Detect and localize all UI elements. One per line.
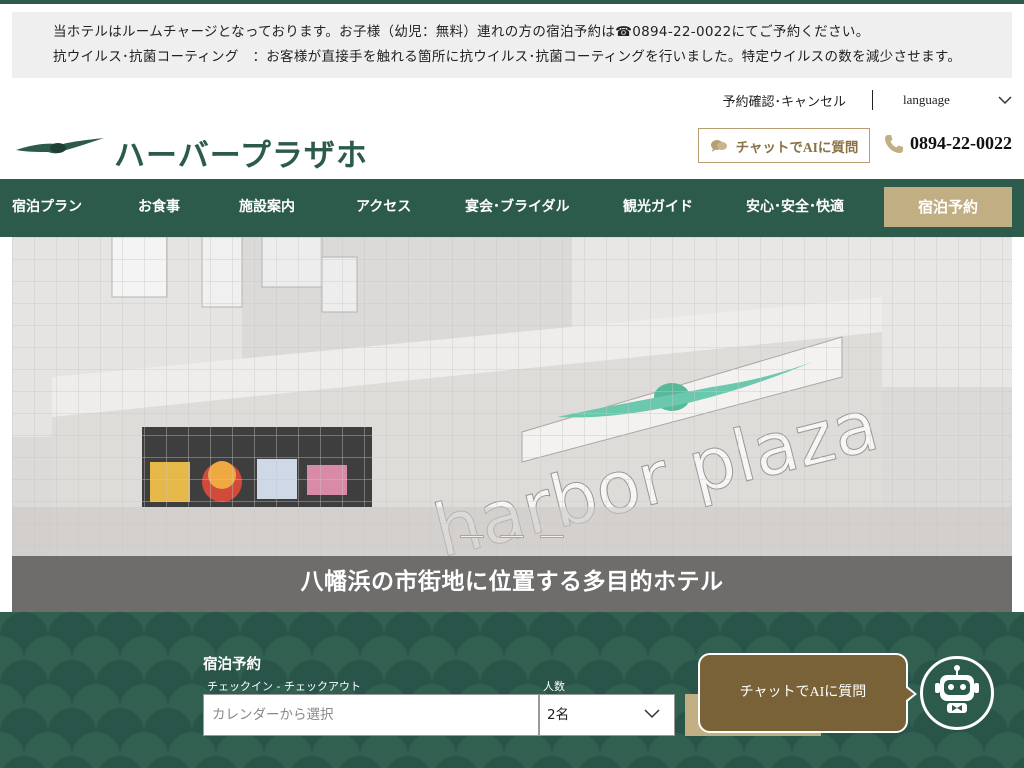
nav-item-stay-plans[interactable]: 宿泊プラン [12,179,82,237]
hero-caption: 八幡浜の市街地に位置する多目的ホテル [12,556,1012,612]
guests-select[interactable]: 2名 [539,694,675,736]
slider-pagination [460,535,564,538]
chat-bubble-tail-fill [905,687,914,701]
utility-links: 予約確認･キャンセル language [722,88,1012,112]
date-range-input[interactable]: カレンダーから選択 [203,694,539,736]
reservation-check-link[interactable]: 予約確認･キャンセル [722,91,872,110]
chevron-down-icon [998,95,1012,104]
guests-select-value: 2名 [547,707,570,723]
slider-dot-2[interactable] [500,535,524,538]
notice-banner: 当ホテルはルームチャージとなっております。お子様（幼児：無料）連れの方の宿泊予約… [12,12,1012,78]
nav-item-banquet-bridal[interactable]: 宴会･ブライダル [465,179,569,237]
notice-line-antiviral: 抗ウイルス･抗菌コーティング ：お客様が直接手を触れる箇所に抗ウイルス･抗菌コー… [53,49,962,65]
booking-title: 宿泊予約 [203,657,261,673]
slider-dot-1[interactable] [460,535,484,538]
hotel-logo[interactable]: ハーバープラザホテル [14,128,374,218]
robot-icon [935,665,979,713]
nav-item-sightseeing[interactable]: 観光ガイド [623,179,693,237]
phone-number[interactable]: 0894-22-0022 [884,133,1012,154]
chat-bubble-icon [710,139,727,152]
main-navigation: 宿泊プラン お食事 施設案内 アクセス 宴会･ブライダル 観光ガイド 安心･安全… [0,179,1024,237]
nav-item-safety[interactable]: 安心･安全･快適 [746,179,844,237]
top-accent-bar [0,0,1024,4]
phone-icon [885,134,903,153]
language-label: language [903,92,950,107]
guests-label: 人数 [543,680,565,693]
book-now-button[interactable]: 宿泊予約 [884,187,1012,227]
ai-chat-bubble[interactable]: チャットでAIに質問 [698,653,917,733]
chatbot-launcher[interactable] [920,656,994,730]
language-selector[interactable]: language [873,92,1012,108]
nav-item-facilities[interactable]: 施設案内 [239,179,295,237]
hero-slider: harbor plaza 八幡浜の市街地に位置する多目的ホテル [12,237,1012,612]
ai-chat-button-label: チャットでAIに質問 [735,139,859,155]
chevron-down-icon [644,709,660,719]
notice-line-room-charge: 当ホテルはルームチャージとなっております。お子様（幼児：無料）連れの方の宿泊予約… [53,24,870,40]
slider-dot-3[interactable] [540,535,564,538]
ai-chat-bubble-text: チャットでAIに質問 [739,685,867,700]
logo-bird-icon [16,138,104,154]
ai-chat-button[interactable]: チャットでAIに質問 [698,128,870,163]
nav-item-access[interactable]: アクセス [356,179,411,237]
phone-number-text: 0894-22-0022 [910,133,1012,153]
date-range-label: チェックイン - チェックアウト [207,680,361,693]
nav-item-dining[interactable]: お食事 [138,179,180,237]
